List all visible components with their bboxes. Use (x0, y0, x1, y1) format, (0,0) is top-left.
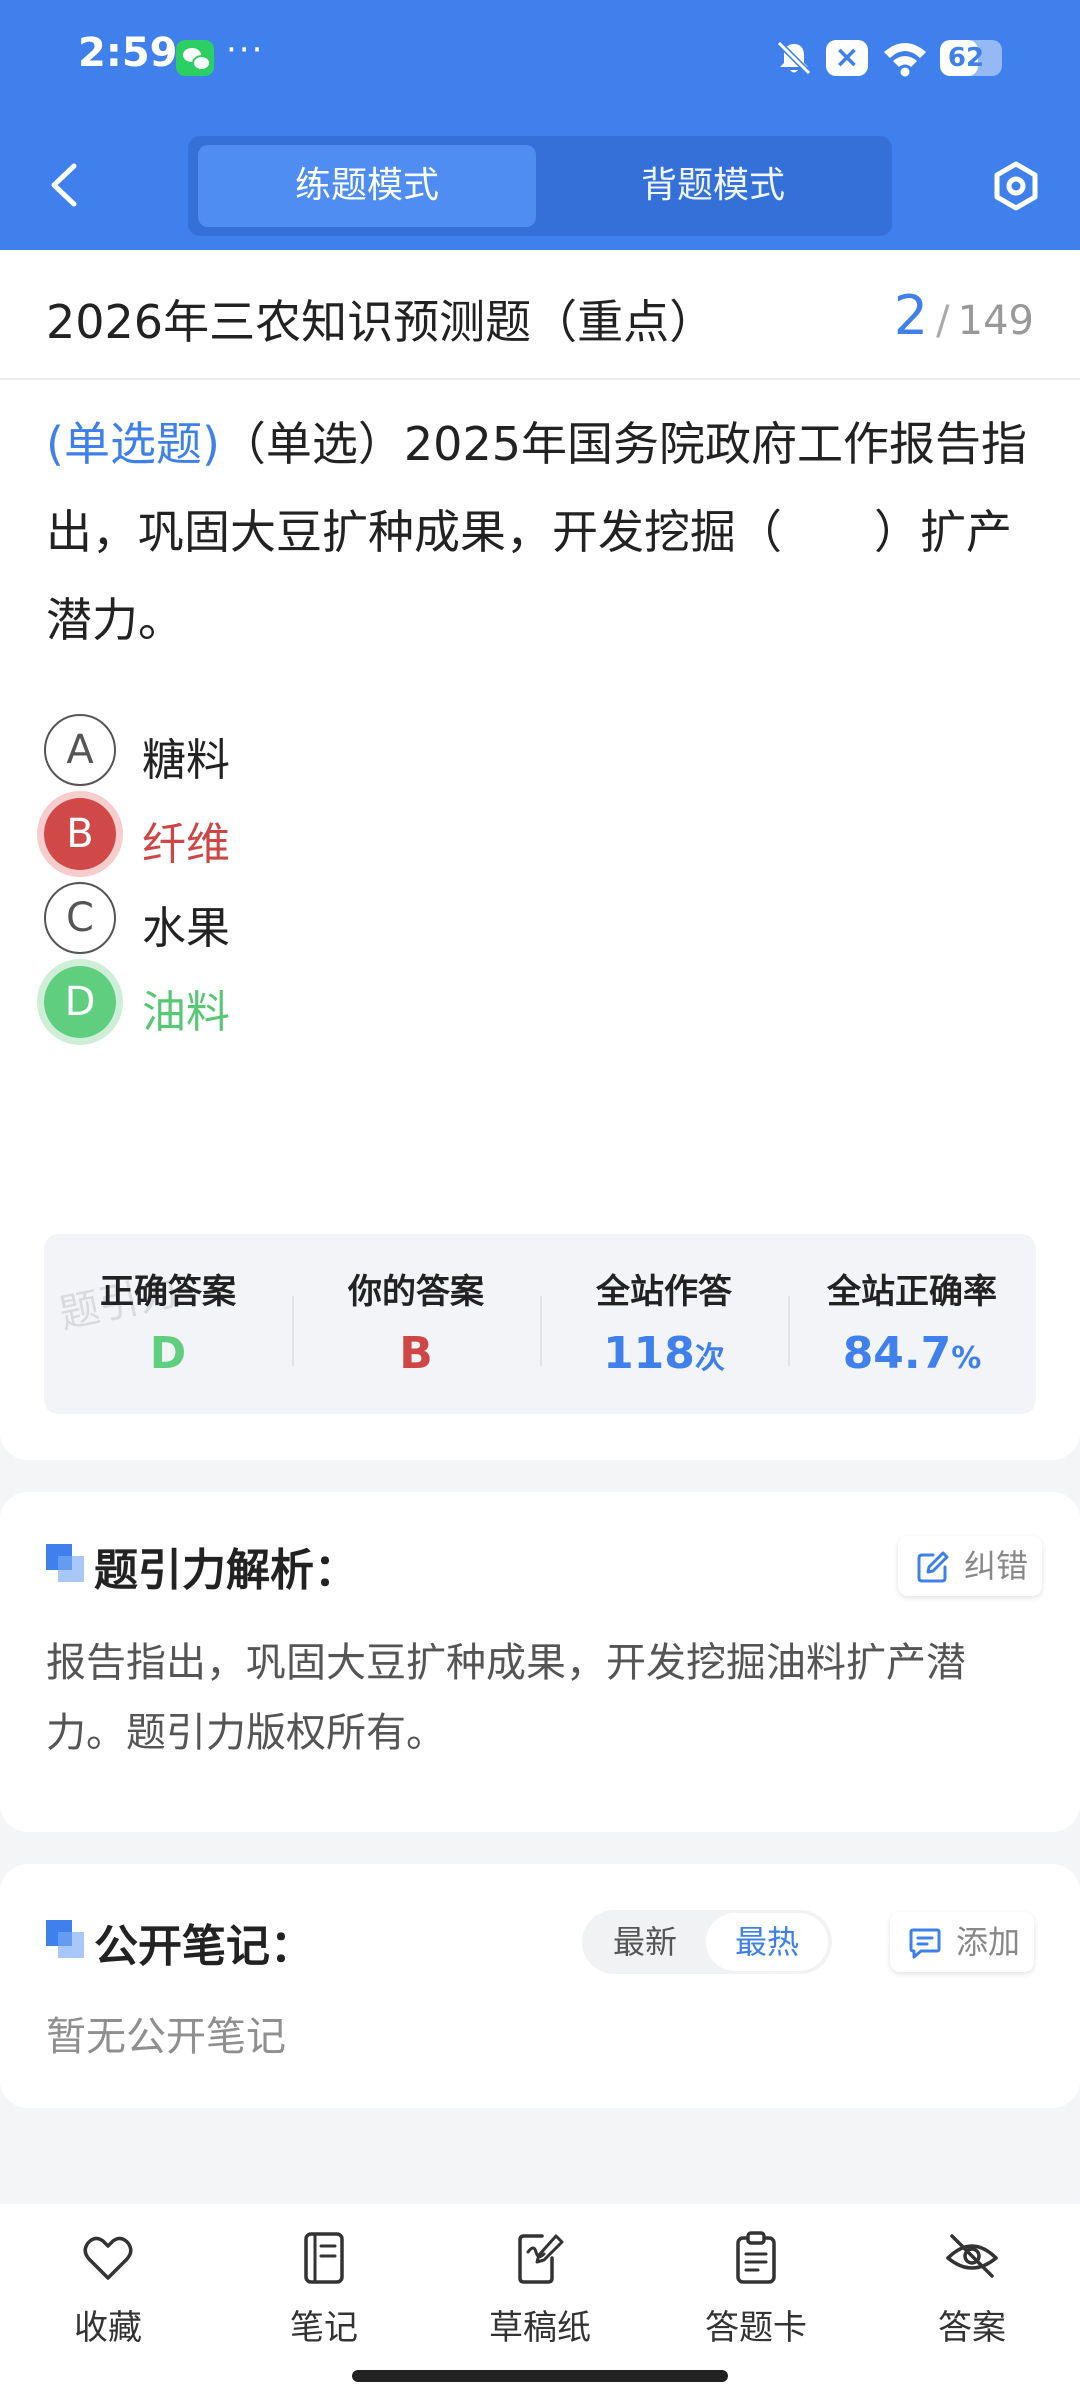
option-c-text: 水果 (142, 903, 230, 954)
nav-draft-label: 草稿纸 (489, 2308, 591, 2348)
notes-title: 公开笔记： (94, 1921, 314, 1972)
stat-correct-value: D (149, 1328, 187, 1379)
option-d[interactable]: D 油料 (44, 966, 944, 1042)
option-c[interactable]: C 水果 (44, 882, 944, 958)
question-type: (单选题) (46, 417, 220, 471)
option-b-text: 纤维 (142, 819, 230, 870)
comment-icon (909, 1928, 941, 1959)
exam-title: 2026年三农知识预测题（重点） (46, 295, 716, 349)
status-time: 2:59 (78, 30, 178, 76)
section-squares-icon (46, 1920, 86, 1960)
nav-answer-label: 答案 (938, 2308, 1006, 2348)
tab-practice-mode[interactable]: 练题模式 (198, 145, 536, 227)
mode-switch: 练题模式 背题模式 (188, 136, 892, 236)
back-chevron-icon[interactable] (44, 160, 84, 210)
stat-rate-number: 84.7 (842, 1328, 952, 1379)
analysis-title: 题引力解析： (94, 1545, 358, 1596)
option-b-letter: B (44, 798, 116, 870)
stat-count-unit: 次 (694, 1341, 725, 1376)
progress-total: 149 (957, 298, 1034, 344)
answer-stats: 题引力 正确答案 D 你的答案 B 全站作答 118次 全站正确率 84.7% (44, 1234, 1036, 1414)
stat-count-number: 118 (603, 1328, 695, 1379)
home-indicator[interactable] (352, 2370, 728, 2382)
progress-separator: / (936, 298, 950, 344)
eye-off-icon (946, 2234, 998, 2278)
battery-icon: 62 (940, 40, 1002, 76)
notes-card: 公开笔记： 最新 最热 添加 暂无公开笔记 (0, 1864, 1080, 2108)
question-card: 2026年三农知识预测题（重点） 2/149 (单选题)（单选）2025年国务院… (0, 250, 1080, 1460)
add-note-label: 添加 (956, 1923, 1021, 1961)
option-d-letter: D (44, 966, 116, 1038)
nav-favorite-label: 收藏 (74, 2308, 142, 2348)
report-error-button[interactable]: 纠错 (898, 1536, 1043, 1596)
nav-answer[interactable]: 答案 (864, 2230, 1080, 2360)
question-text: (单选题)（单选）2025年国务院政府工作报告指出，巩固大豆扩种成果，开发挖掘（… (46, 400, 1040, 664)
wechat-icon (176, 40, 214, 76)
nav-notes[interactable]: 笔记 (216, 2230, 432, 2360)
stat-rate-label: 全站正确率 (827, 1272, 997, 1312)
sort-hot-button[interactable]: 最热 (706, 1913, 828, 1971)
notes-sort-switch: 最新 最热 (582, 1910, 832, 1974)
add-note-button[interactable]: 添加 (890, 1912, 1035, 1972)
stat-yours-label: 你的答案 (348, 1272, 484, 1312)
stat-correct-answer: 正确答案 D (44, 1234, 292, 1414)
stat-correct-label: 正确答案 (100, 1272, 236, 1312)
analysis-card: 题引力解析： 纠错 报告指出，巩固大豆扩种成果，开发挖掘油料扩产潜力。题引力版权… (0, 1492, 1080, 1832)
top-bar: 2:59 ··· × 62 练题模式 背题模式 (0, 0, 1080, 250)
stat-count-label: 全站作答 (596, 1272, 732, 1312)
nav-favorite[interactable]: 收藏 (0, 2230, 216, 2360)
settings-hexagon-icon[interactable] (990, 160, 1042, 212)
option-a-text: 糖料 (142, 735, 230, 786)
sort-latest-button[interactable]: 最新 (584, 1910, 706, 1974)
nav-notes-label: 笔记 (290, 2308, 358, 2348)
stat-rate-value: 84.7% (788, 1328, 1036, 1379)
analysis-text: 报告指出，巩固大豆扩种成果，开发挖掘油料扩产潜力。题引力版权所有。 (46, 1640, 966, 1756)
stat-yours-value: B (399, 1328, 433, 1379)
exam-title-row: 2026年三农知识预测题（重点） 2/149 (0, 250, 1080, 380)
status-bar: 2:59 ··· × 62 (0, 0, 1080, 118)
battery-percent: 62 (947, 43, 985, 73)
bell-off-icon (776, 40, 812, 76)
stat-site-rate: 全站正确率 84.7% (788, 1234, 1036, 1414)
option-d-text: 油料 (142, 987, 230, 1038)
progress-current: 2 (893, 284, 929, 347)
option-b[interactable]: B 纤维 (44, 798, 944, 874)
draft-icon (518, 2234, 564, 2284)
option-a-letter: A (44, 714, 116, 786)
more-notifications-icon: ··· (226, 30, 265, 70)
option-a[interactable]: A 糖料 (44, 714, 944, 790)
tab-memorize-mode[interactable]: 背题模式 (544, 145, 882, 227)
stat-count-value: 118次 (540, 1328, 788, 1379)
stat-rate-unit: % (951, 1341, 982, 1376)
nav-answer-sheet[interactable]: 答题卡 (648, 2230, 864, 2360)
option-c-letter: C (44, 882, 116, 954)
empty-notes-text: 暂无公开笔记 (46, 2014, 286, 2060)
close-notification-icon: × (826, 40, 868, 76)
stat-your-answer: 你的答案 B (292, 1234, 540, 1414)
stat-site-count: 全站作答 118次 (540, 1234, 788, 1414)
heart-icon (83, 2236, 133, 2280)
notebook-icon (304, 2232, 344, 2284)
nav-draft[interactable]: 草稿纸 (432, 2230, 648, 2360)
nav-answer-sheet-label: 答题卡 (705, 2308, 807, 2348)
clipboard-icon (736, 2231, 776, 2284)
question-progress[interactable]: 2/149 (894, 284, 1034, 347)
section-squares-icon (46, 1544, 86, 1584)
edit-icon (917, 1551, 949, 1583)
wifi-icon (884, 43, 926, 77)
report-error-label: 纠错 (964, 1547, 1029, 1585)
